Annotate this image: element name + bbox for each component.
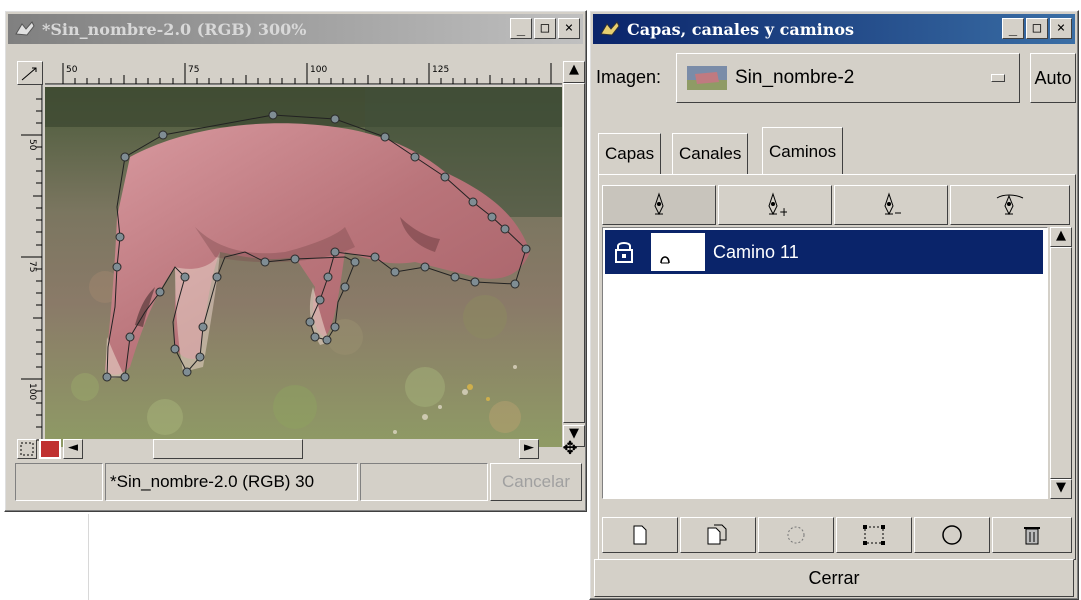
ruler-h-label: 100 [310,65,327,75]
pointer-coordinates-field [15,463,103,501]
quickmask-on-button[interactable] [39,439,61,459]
selection-to-path-icon [863,525,885,545]
image-canvas[interactable] [45,87,562,447]
scroll-up-arrow-icon[interactable]: ▲ [563,61,585,83]
tool-edit-point-button[interactable] [950,185,1070,225]
auto-button[interactable]: Auto [1030,53,1076,103]
new-path-button[interactable] [602,517,678,553]
ruler-h-label: 50 [66,65,78,75]
gimp-wilber-icon [15,21,35,36]
scroll-up-arrow-icon[interactable]: ▲ [1050,227,1072,247]
image-window-title: *Sin_nombre-2.0 (RGB) 300% [42,19,307,39]
image-window: *Sin_nombre-2.0 (RGB) 300% _ □ × 50 75 1… [4,10,587,512]
image-status-field: *Sin_nombre-2.0 (RGB) 30 [105,463,358,501]
path-to-selection-button[interactable] [758,517,834,553]
stroke-path-button[interactable] [914,517,990,553]
tool-new-point-button[interactable] [602,185,716,225]
pen-remove-point-icon [884,192,901,216]
horizontal-ruler[interactable]: 50 75 100 125 [45,61,562,85]
vertical-ruler[interactable]: 50 75 100 [19,85,43,447]
scroll-right-arrow-icon[interactable]: ► [519,439,539,459]
ruler-v-label: 50 [27,139,37,151]
close-dialog-button[interactable]: Cerrar [594,559,1074,597]
scroll-thumb[interactable] [1050,247,1072,479]
delete-path-button[interactable] [992,517,1072,553]
cancel-button[interactable]: Cancelar [490,463,582,501]
path-to-selection-icon [787,526,805,544]
paths-list-scrollbar[interactable]: ▲ ▼ [1050,227,1072,499]
new-path-icon [633,525,647,545]
duplicate-path-icon [707,524,727,545]
pen-edit-point-icon [996,194,1024,216]
image-label: Imagen: [596,67,662,87]
dropdown-indicator-icon [991,74,1005,82]
horizontal-scroll-thumb[interactable] [153,439,303,459]
minimize-button[interactable]: _ [1002,18,1024,39]
pen-new-point-icon [654,192,664,216]
ruler-h-label: 75 [188,65,199,75]
navigate-icon[interactable]: ✥ [559,438,581,460]
scroll-down-arrow-icon[interactable]: ▼ [1050,479,1072,499]
pen-add-point-icon: + [768,192,787,218]
image-horizontal-scrollbar[interactable]: ◄ ► [63,439,539,459]
tool-remove-point-button[interactable] [834,185,948,225]
progress-field [360,463,488,501]
paths-dialog-title: Capas, canales y caminos [627,19,855,39]
close-button[interactable]: × [558,18,580,39]
tab-layers[interactable]: Capas [598,133,662,175]
cow-photo[interactable] [45,87,562,447]
duplicate-path-button[interactable] [680,517,756,553]
path-name: Camino 11 [713,241,799,262]
path-thumbnail [651,233,705,271]
scroll-thumb[interactable] [563,83,585,423]
tab-channels[interactable]: Canales [672,133,749,175]
maximize-button[interactable]: □ [534,18,556,39]
tab-paths[interactable]: Caminos [762,127,844,175]
image-select[interactable]: Sin_nombre-2 [676,53,1020,103]
image-vertical-scrollbar[interactable]: ▲ ▼ [563,61,585,447]
stroke-path-icon [942,525,962,545]
selection-to-path-button[interactable] [836,517,912,553]
image-window-titlebar[interactable]: *Sin_nombre-2.0 (RGB) 300% _ □ × [8,14,583,44]
delete-path-icon [1024,527,1040,545]
maximize-button[interactable]: □ [1026,18,1048,39]
path-row[interactable]: Camino 11 [605,230,1043,274]
minimize-button[interactable]: _ [510,18,532,39]
gimp-wilber-icon [600,21,620,36]
paths-dialog: Capas, canales y caminos _ □ × Imagen: S… [589,10,1079,600]
tool-add-point-button[interactable]: + [718,185,832,225]
lock-icon[interactable] [613,240,635,264]
svg-text:+: + [779,205,787,218]
paths-list[interactable]: Camino 11 [602,227,1048,499]
ruler-v-label: 75 [27,261,37,272]
close-button[interactable]: × [1050,18,1072,39]
scroll-left-arrow-icon[interactable]: ◄ [63,439,83,459]
paths-dialog-titlebar[interactable]: Capas, canales y caminos _ □ × [593,14,1075,44]
image-thumbnail-icon [687,66,727,90]
background-divider [88,514,89,600]
ruler-corner-button[interactable] [17,61,43,85]
ruler-v-label: 100 [27,383,37,400]
image-select-value: Sin_nombre-2 [735,67,855,88]
ruler-h-label: 125 [432,65,449,75]
quickmask-off-button[interactable] [17,439,37,459]
